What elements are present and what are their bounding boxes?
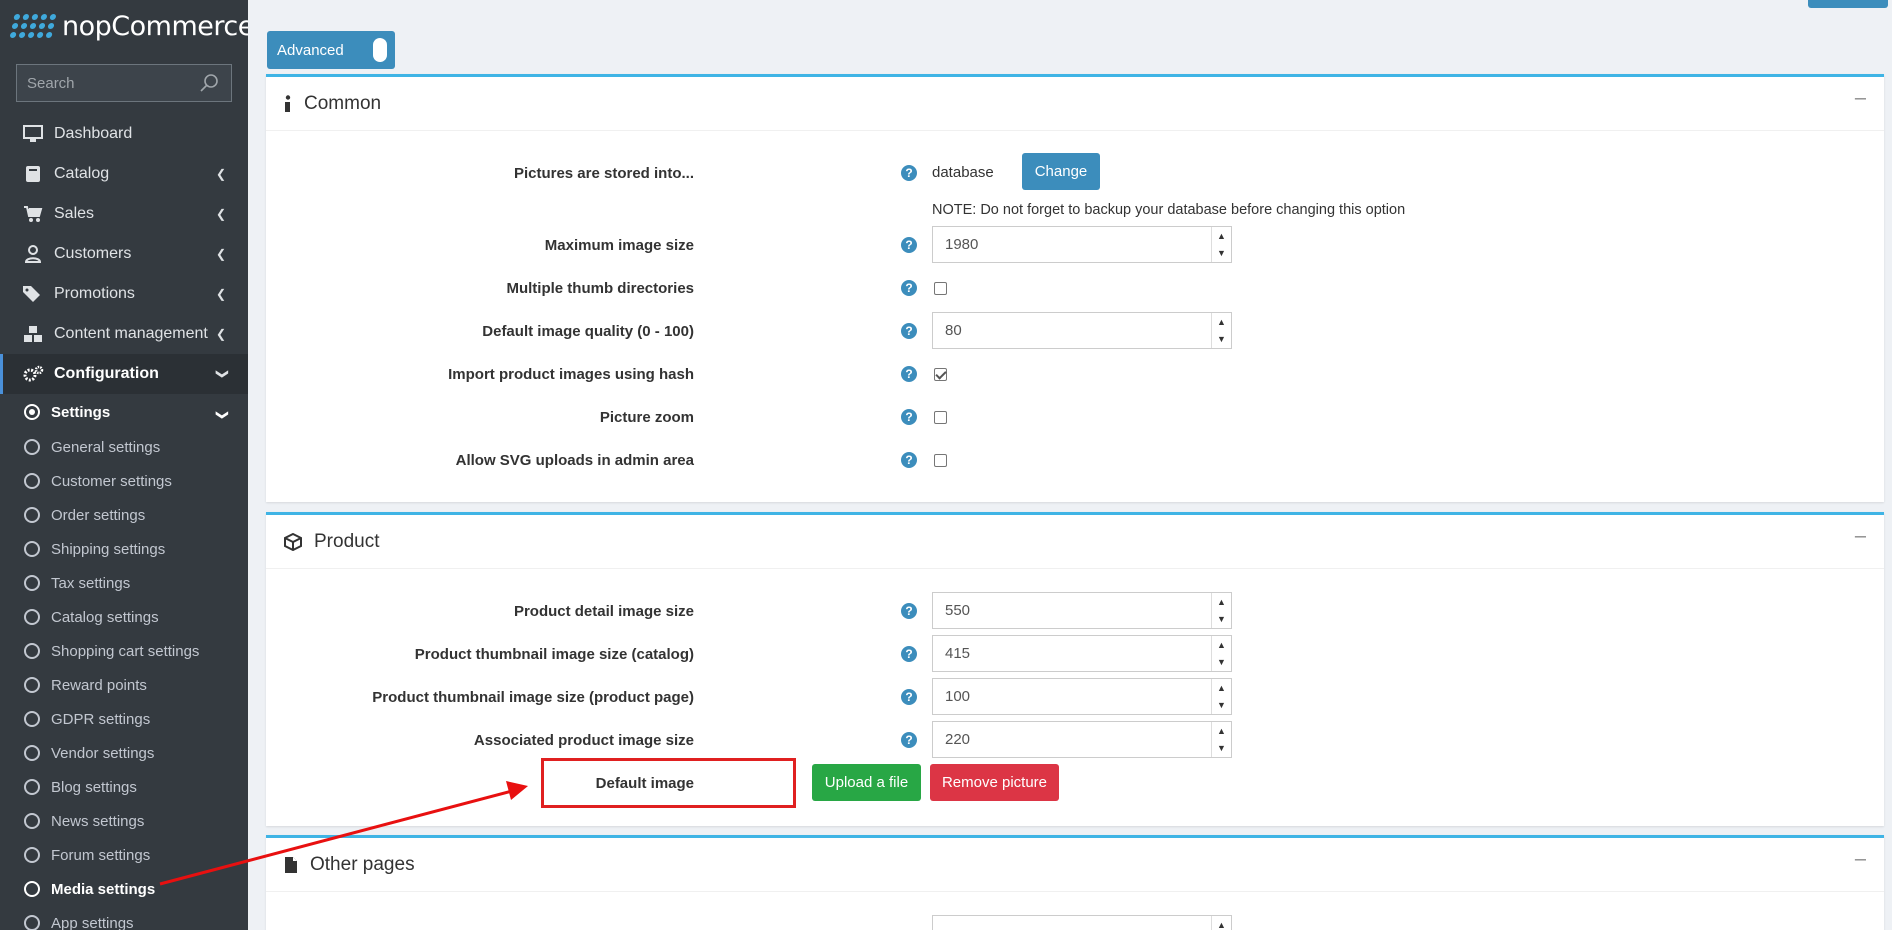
annotation-arrow: [159, 781, 528, 886]
